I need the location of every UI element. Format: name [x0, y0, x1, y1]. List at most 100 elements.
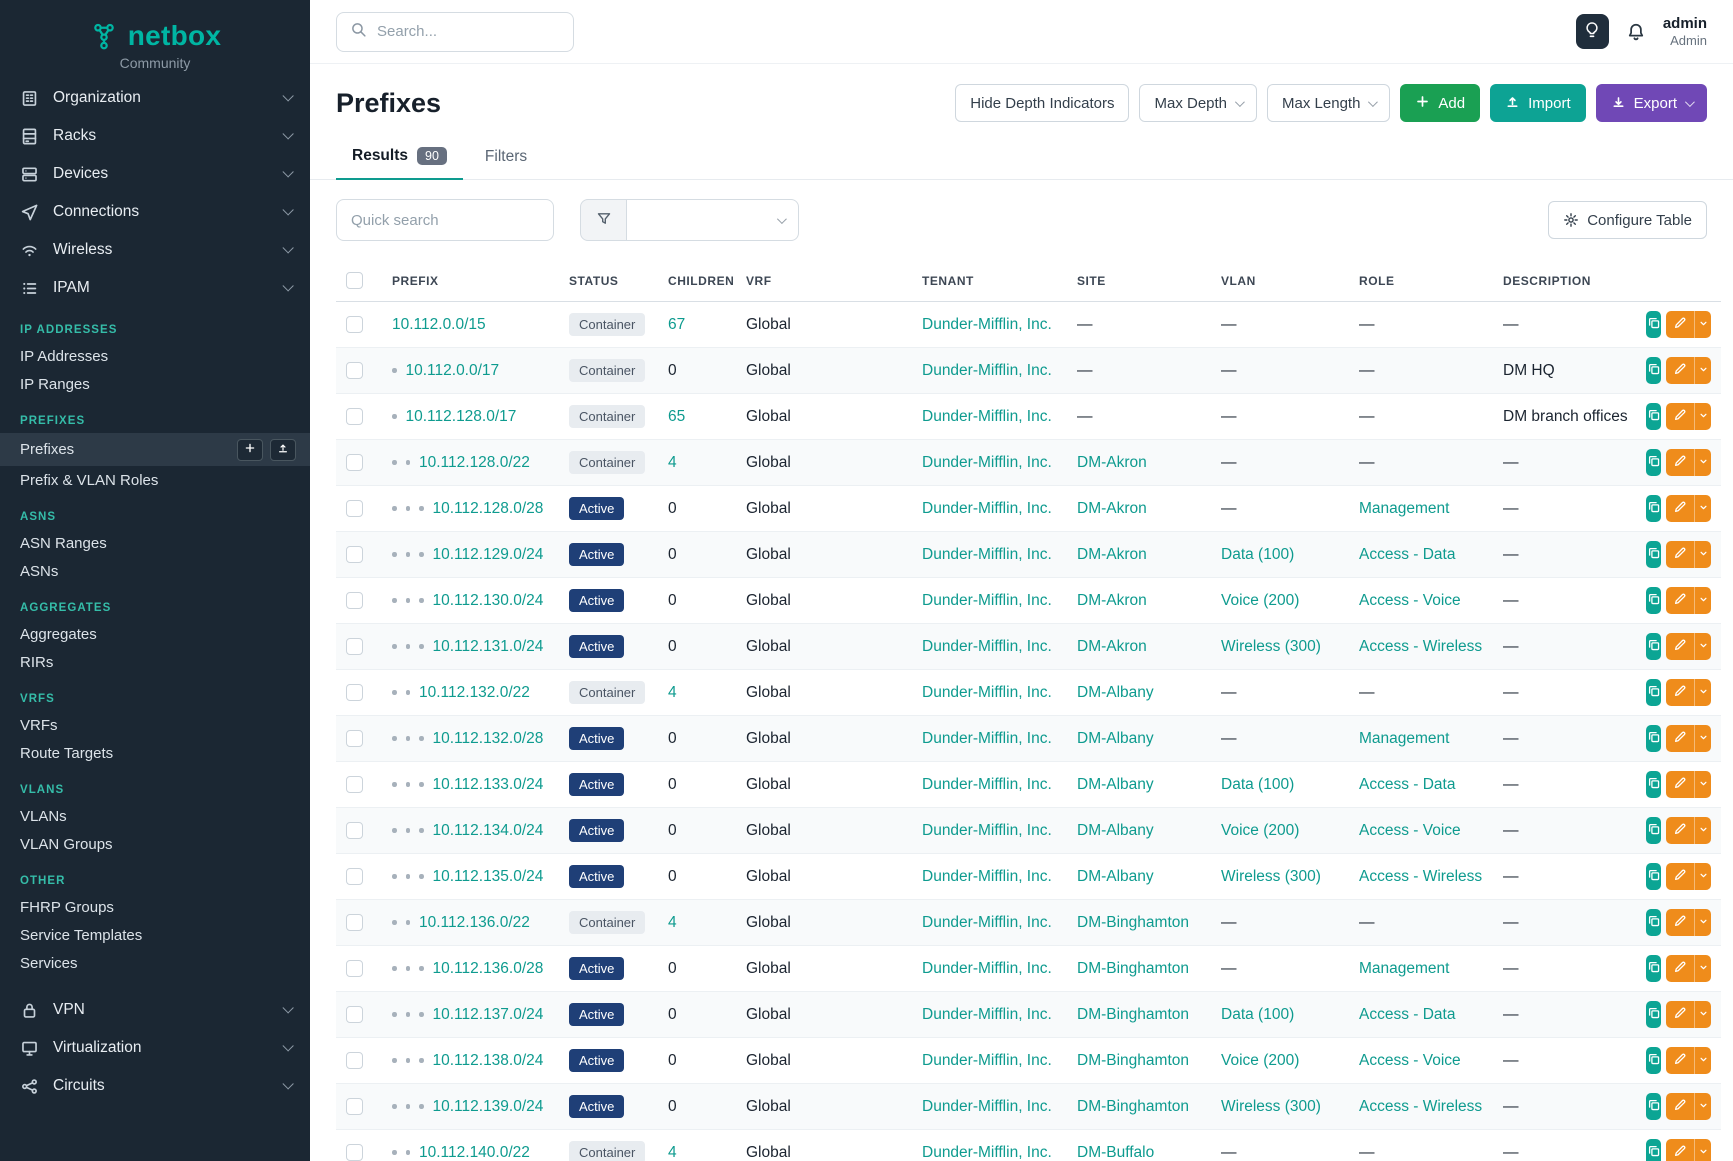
edit-button[interactable] — [1666, 955, 1694, 982]
quick-search-input[interactable] — [336, 199, 554, 241]
role-link[interactable]: Access - Data — [1359, 1006, 1455, 1023]
select-all-checkbox[interactable] — [346, 272, 363, 289]
children-count-link[interactable]: 4 — [668, 914, 677, 931]
vlan-link[interactable]: Wireless (300) — [1221, 1098, 1321, 1115]
row-checkbox[interactable] — [346, 1098, 363, 1115]
tenant-link[interactable]: Dunder-Mifflin, Inc. — [922, 776, 1052, 793]
edit-button[interactable] — [1666, 679, 1694, 706]
role-link[interactable]: Access - Voice — [1359, 1052, 1461, 1069]
edit-button[interactable] — [1666, 357, 1694, 384]
copy-button[interactable] — [1646, 541, 1661, 568]
row-checkbox[interactable] — [346, 868, 363, 885]
max-depth-dropdown[interactable]: Max Depth — [1139, 84, 1257, 122]
sidebar-item-vrfs[interactable]: VRFs — [0, 711, 310, 739]
prefix-link[interactable]: 10.112.140.0/22 — [419, 1144, 530, 1161]
copy-button[interactable] — [1646, 311, 1661, 338]
role-link[interactable]: Access - Data — [1359, 776, 1455, 793]
tenant-link[interactable]: Dunder-Mifflin, Inc. — [922, 316, 1052, 333]
max-length-dropdown[interactable]: Max Length — [1267, 84, 1390, 122]
tenant-link[interactable]: Dunder-Mifflin, Inc. — [922, 454, 1052, 471]
vlan-link[interactable]: Voice (200) — [1221, 1052, 1299, 1069]
site-link[interactable]: DM-Binghamton — [1077, 1006, 1189, 1023]
children-count-link[interactable]: 4 — [668, 454, 677, 471]
row-checkbox[interactable] — [346, 1144, 363, 1161]
edit-button[interactable] — [1666, 311, 1694, 338]
edit-dropdown-button[interactable] — [1694, 1139, 1711, 1161]
prefix-link[interactable]: 10.112.134.0/24 — [433, 822, 544, 839]
sidebar-item-ip-ranges[interactable]: IP Ranges — [0, 370, 310, 398]
column-header-children[interactable]: CHILDREN — [658, 260, 736, 302]
sidebar-item-vlan-groups[interactable]: VLAN Groups — [0, 830, 310, 858]
sidebar-item-service-templates[interactable]: Service Templates — [0, 921, 310, 949]
vlan-link[interactable]: Data (100) — [1221, 546, 1294, 563]
row-checkbox[interactable] — [346, 454, 363, 471]
edit-dropdown-button[interactable] — [1694, 403, 1711, 430]
site-link[interactable]: DM-Albany — [1077, 868, 1154, 885]
column-header-prefix[interactable]: PREFIX — [382, 260, 559, 302]
children-count-link[interactable]: 65 — [668, 408, 685, 425]
logo[interactable]: netbox Community — [0, 0, 310, 79]
prefix-link[interactable]: 10.112.132.0/22 — [419, 684, 530, 701]
hide-depth-indicators-button[interactable]: Hide Depth Indicators — [955, 84, 1129, 122]
add-button[interactable]: Add — [1400, 84, 1480, 122]
edit-button[interactable] — [1666, 771, 1694, 798]
site-link[interactable]: DM-Akron — [1077, 638, 1147, 655]
vlan-link[interactable]: Data (100) — [1221, 776, 1294, 793]
row-checkbox[interactable] — [346, 638, 363, 655]
edit-button[interactable] — [1666, 587, 1694, 614]
site-link[interactable]: DM-Akron — [1077, 500, 1147, 517]
edit-button[interactable] — [1666, 403, 1694, 430]
prefix-link[interactable]: 10.112.138.0/24 — [433, 1052, 544, 1069]
copy-button[interactable] — [1646, 863, 1661, 890]
site-link[interactable]: DM-Albany — [1077, 730, 1154, 747]
row-checkbox[interactable] — [346, 1052, 363, 1069]
configure-table-button[interactable]: Configure Table — [1548, 201, 1707, 239]
quick-add-button[interactable] — [237, 439, 263, 461]
edit-dropdown-button[interactable] — [1694, 1093, 1711, 1120]
sidebar-item-vlans[interactable]: VLANs — [0, 802, 310, 830]
tenant-link[interactable]: Dunder-Mifflin, Inc. — [922, 960, 1052, 977]
tenant-link[interactable]: Dunder-Mifflin, Inc. — [922, 914, 1052, 931]
tenant-link[interactable]: Dunder-Mifflin, Inc. — [922, 1006, 1052, 1023]
tab-filters[interactable]: Filters — [469, 135, 543, 179]
prefix-link[interactable]: 10.112.133.0/24 — [433, 776, 544, 793]
tenant-link[interactable]: Dunder-Mifflin, Inc. — [922, 592, 1052, 609]
edit-button[interactable] — [1666, 1139, 1694, 1161]
sidebar-item-prefix-and-vlan-roles[interactable]: Prefix & VLAN Roles — [0, 466, 310, 494]
copy-button[interactable] — [1646, 449, 1661, 476]
copy-button[interactable] — [1646, 679, 1661, 706]
column-header-role[interactable]: ROLE — [1349, 260, 1493, 302]
site-link[interactable]: DM-Binghamton — [1077, 914, 1189, 931]
row-checkbox[interactable] — [346, 730, 363, 747]
edit-dropdown-button[interactable] — [1694, 1001, 1711, 1028]
prefix-link[interactable]: 10.112.0.0/15 — [392, 316, 486, 333]
sidebar-item-wireless[interactable]: Wireless — [0, 231, 310, 269]
site-link[interactable]: DM-Akron — [1077, 592, 1147, 609]
sidebar-item-organization[interactable]: Organization — [0, 79, 310, 117]
column-header-description[interactable]: DESCRIPTION — [1493, 260, 1636, 302]
site-link[interactable]: DM-Binghamton — [1077, 1098, 1189, 1115]
prefix-link[interactable]: 10.112.0.0/17 — [406, 362, 500, 379]
tenant-link[interactable]: Dunder-Mifflin, Inc. — [922, 638, 1052, 655]
prefix-link[interactable]: 10.112.136.0/22 — [419, 914, 530, 931]
prefix-link[interactable]: 10.112.139.0/24 — [433, 1098, 544, 1115]
site-link[interactable]: DM-Buffalo — [1077, 1144, 1154, 1161]
role-link[interactable]: Access - Data — [1359, 546, 1455, 563]
sidebar-item-aggregates[interactable]: Aggregates — [0, 620, 310, 648]
prefix-link[interactable]: 10.112.130.0/24 — [433, 592, 544, 609]
theme-toggle-button[interactable] — [1576, 14, 1609, 49]
role-link[interactable]: Management — [1359, 730, 1449, 747]
site-link[interactable]: DM-Albany — [1077, 684, 1154, 701]
filter-button[interactable] — [580, 199, 627, 241]
copy-button[interactable] — [1646, 817, 1661, 844]
sidebar-item-prefixes[interactable]: Prefixes — [0, 433, 310, 466]
role-link[interactable]: Access - Voice — [1359, 592, 1461, 609]
row-checkbox[interactable] — [346, 592, 363, 609]
copy-button[interactable] — [1646, 771, 1661, 798]
user-menu[interactable]: admin Admin — [1663, 15, 1707, 48]
tenant-link[interactable]: Dunder-Mifflin, Inc. — [922, 362, 1052, 379]
column-header-status[interactable]: STATUS — [559, 260, 658, 302]
vlan-link[interactable]: Data (100) — [1221, 1006, 1294, 1023]
edit-button[interactable] — [1666, 863, 1694, 890]
global-search[interactable] — [336, 12, 574, 52]
